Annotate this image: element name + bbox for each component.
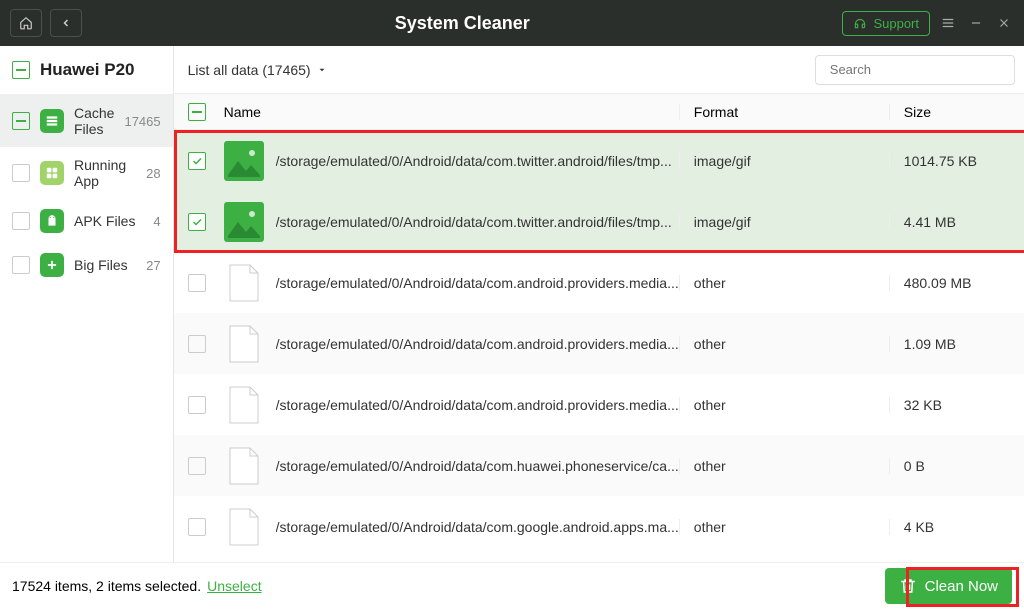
sidebar: Huawei P20 Cache Files 17465 Running App 28… (0, 46, 174, 562)
row-checkbox[interactable] (188, 396, 206, 414)
row-size: 480.09 MB (889, 275, 1024, 291)
sidebar-checkbox[interactable] (12, 112, 30, 130)
file-thumb-icon (224, 263, 264, 303)
support-button[interactable]: Support (842, 11, 930, 36)
device-checkbox[interactable] (12, 61, 30, 79)
sidebar-item-label: APK Files (74, 213, 135, 229)
row-checkbox[interactable] (188, 152, 206, 170)
row-format: other (679, 458, 889, 474)
row-path: /storage/emulated/0/Android/data/com.and… (276, 397, 679, 413)
row-checkbox[interactable] (188, 457, 206, 475)
support-label: Support (873, 16, 919, 31)
menu-icon (940, 16, 956, 30)
table-header: Name Format Size (174, 94, 1024, 130)
status-text: 17524 items, 2 items selected. (12, 578, 201, 594)
row-path: /storage/emulated/0/Android/data/com.goo… (276, 519, 679, 535)
search-input[interactable] (830, 62, 1006, 77)
row-size: 1.09 MB (889, 336, 1024, 352)
col-name-header[interactable]: Name (220, 104, 679, 120)
row-size: 0 B (889, 458, 1024, 474)
table-row[interactable]: /storage/emulated/0/Android/data/com.twi… (174, 191, 1024, 252)
table-row[interactable]: /storage/emulated/0/Android/data/com.and… (174, 252, 1024, 313)
sidebar-item-cache-files[interactable]: Cache Files 17465 (0, 95, 173, 147)
file-thumb-icon (224, 324, 264, 364)
device-header: Huawei P20 (0, 46, 173, 95)
sidebar-checkbox[interactable] (12, 212, 30, 230)
filter-label: List all data (17465) (188, 62, 311, 78)
table-row[interactable]: /storage/emulated/0/Android/data/com.hua… (174, 435, 1024, 496)
row-size: 4.41 MB (889, 214, 1024, 230)
sidebar-item-count: 17465 (124, 114, 160, 129)
sidebar-item-big-files[interactable]: Big Files 27 (0, 243, 173, 287)
sidebar-item-label: Running App (74, 157, 136, 189)
file-thumb-icon (224, 385, 264, 425)
row-format: other (679, 336, 889, 352)
table-row[interactable]: /storage/emulated/0/Android/data/com.goo… (174, 496, 1024, 557)
table-body: /storage/emulated/0/Android/data/com.twi… (174, 130, 1024, 562)
minimize-icon (969, 16, 983, 30)
sidebar-checkbox[interactable] (12, 164, 30, 182)
back-button[interactable] (50, 9, 82, 37)
table-row[interactable]: /storage/emulated/0/Android/data/com.and… (174, 374, 1024, 435)
image-thumb-icon (224, 141, 264, 181)
filter-dropdown[interactable]: List all data (17465) (188, 62, 327, 78)
search-box[interactable] (815, 55, 1015, 85)
chevron-down-icon (317, 65, 327, 75)
sidebar-item-count: 27 (146, 258, 160, 273)
sidebar-item-running-app[interactable]: Running App 28 (0, 147, 173, 199)
file-thumb-icon (224, 446, 264, 486)
headset-icon (853, 16, 867, 30)
row-checkbox[interactable] (188, 335, 206, 353)
file-thumb-icon (224, 507, 264, 547)
clean-now-button[interactable]: Clean Now (885, 568, 1012, 604)
sidebar-item-label: Cache Files (74, 105, 114, 137)
row-checkbox[interactable] (188, 518, 206, 536)
row-size: 32 KB (889, 397, 1024, 413)
home-button[interactable] (10, 9, 42, 37)
col-size-header[interactable]: Size (889, 104, 1024, 120)
close-icon (997, 16, 1011, 30)
row-path: /storage/emulated/0/Android/data/com.hua… (276, 458, 679, 474)
clean-label: Clean Now (925, 578, 998, 595)
row-path: /storage/emulated/0/Android/data/com.and… (276, 275, 679, 291)
row-format: image/gif (679, 153, 889, 169)
col-format-header[interactable]: Format (679, 104, 889, 120)
table-row[interactable]: /storage/emulated/0/Android/data/com.twi… (174, 130, 1024, 191)
row-size: 4 KB (889, 519, 1024, 535)
footer: 17524 items, 2 items selected. Unselect … (0, 562, 1024, 609)
row-format: other (679, 519, 889, 535)
close-button[interactable] (994, 13, 1014, 33)
table-row[interactable]: /storage/emulated/0/Android/data/com.and… (174, 313, 1024, 374)
row-format: image/gif (679, 214, 889, 230)
row-format: other (679, 275, 889, 291)
titlebar: System Cleaner Support (0, 0, 1024, 46)
select-all-checkbox[interactable] (188, 103, 206, 121)
device-name: Huawei P20 (40, 60, 135, 80)
row-path: /storage/emulated/0/Android/data/com.twi… (276, 214, 672, 230)
minimize-button[interactable] (966, 13, 986, 33)
row-size: 1014.75 KB (889, 153, 1024, 169)
sidebar-item-count: 28 (146, 166, 160, 181)
row-checkbox[interactable] (188, 274, 206, 292)
row-path: /storage/emulated/0/Android/data/com.twi… (276, 153, 672, 169)
toolbar: List all data (17465) (174, 46, 1024, 94)
row-checkbox[interactable] (188, 213, 206, 231)
image-thumb-icon (224, 202, 264, 242)
unselect-link[interactable]: Unselect (207, 578, 261, 594)
row-path: /storage/emulated/0/Android/data/com.and… (276, 336, 679, 352)
sidebar-item-label: Big Files (74, 257, 128, 273)
trash-icon (899, 577, 917, 595)
row-format: other (679, 397, 889, 413)
app-title: System Cleaner (82, 13, 842, 34)
sidebar-checkbox[interactable] (12, 256, 30, 274)
menu-button[interactable] (938, 13, 958, 33)
sidebar-item-count: 4 (153, 214, 160, 229)
main-panel: List all data (17465) Name Format Size /… (174, 46, 1024, 562)
sidebar-item-apk-files[interactable]: APK Files 4 (0, 199, 173, 243)
